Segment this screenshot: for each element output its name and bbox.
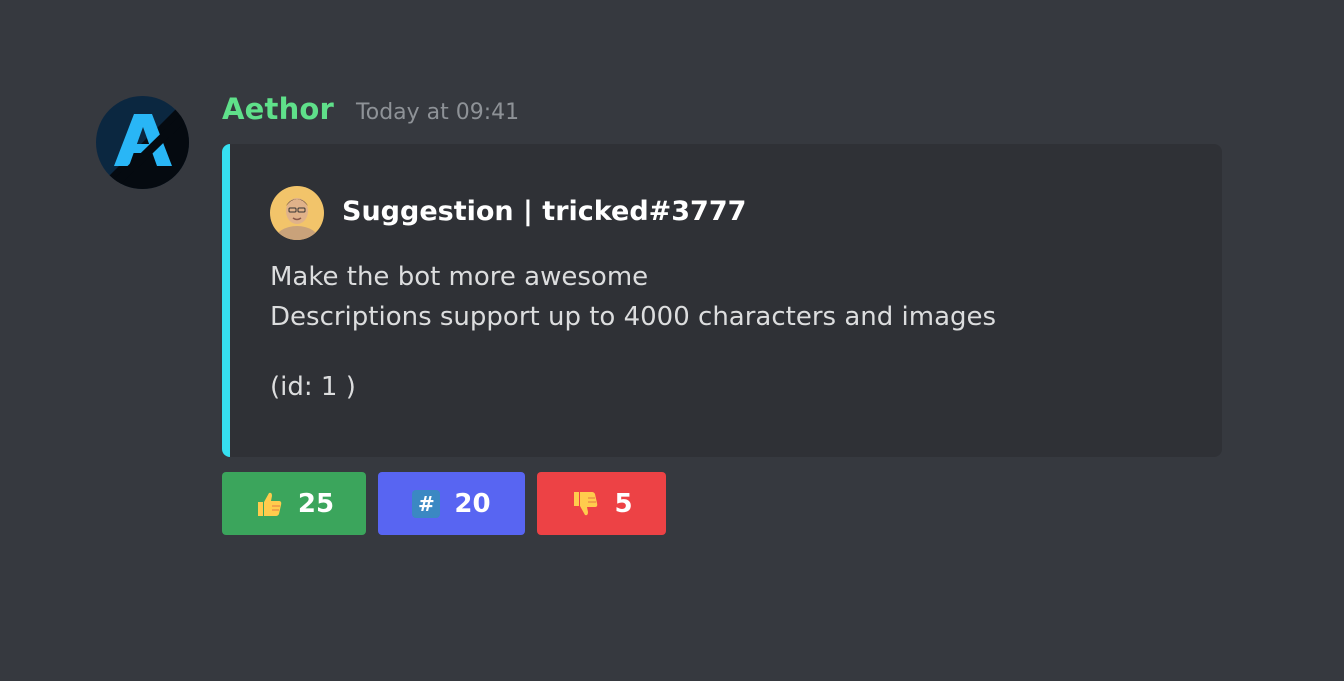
downvote-button[interactable]: 5 <box>537 472 666 535</box>
upvote-button[interactable]: 25 <box>222 472 366 535</box>
username[interactable]: Aethor <box>222 92 334 126</box>
bot-avatar[interactable] <box>96 96 189 189</box>
user-avatar-photo[interactable] <box>270 186 324 240</box>
message-header: Aethor Today at 09:41 <box>222 92 519 132</box>
thumbs-up-icon <box>254 489 284 519</box>
upvote-count: 25 <box>297 488 335 519</box>
suggestion-embed: Suggestion | tricked#3777 Make the bot m… <box>222 144 1222 457</box>
hash-icon: # <box>412 489 441 518</box>
embed-description-line: Make the bot more awesome <box>270 262 649 292</box>
timestamp: Today at 09:41 <box>356 100 520 125</box>
neutral-vote-count: 20 <box>454 488 491 519</box>
embed-author-name: Suggestion | tricked#3777 <box>342 196 747 227</box>
embed-accent-bar <box>222 144 230 457</box>
aethor-logo-icon <box>96 96 189 189</box>
chat-message: Aethor Today at 09:41 Suggestion | trick… <box>0 0 1344 681</box>
vote-buttons: 25 # 20 5 <box>222 472 666 535</box>
thumbs-down-icon <box>570 489 600 519</box>
embed-description-line: Descriptions support up to 4000 characte… <box>270 302 997 332</box>
downvote-count: 5 <box>614 488 633 519</box>
user-avatar-photo-icon <box>270 186 324 240</box>
embed-description-line: (id: 1 ) <box>270 372 356 402</box>
neutral-vote-button[interactable]: # 20 <box>378 472 525 535</box>
